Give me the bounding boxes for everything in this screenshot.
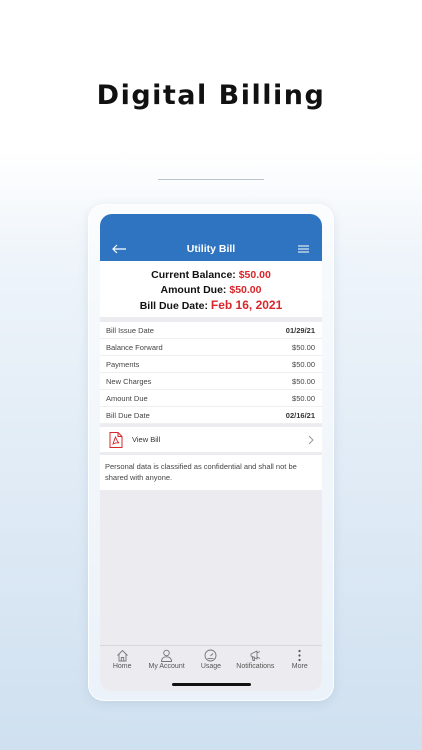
- detail-row-new-charges: New Charges $50.00: [100, 373, 322, 390]
- current-balance-label: Current Balance:: [151, 269, 236, 281]
- current-balance-value: $50.00: [238, 269, 271, 281]
- bill-due-date-value: Feb 16, 2021: [210, 298, 283, 312]
- detail-row-amount-due: Amount Due $50.00: [100, 390, 322, 407]
- megaphone-icon: [250, 650, 261, 661]
- tab-label: My Account: [148, 663, 185, 670]
- tab-more[interactable]: More: [278, 646, 322, 670]
- detail-value: $50.00: [292, 342, 315, 352]
- tab-label: Notifications: [236, 663, 275, 670]
- page-title: Utility Bill: [186, 243, 236, 255]
- detail-value: 02/16/21: [285, 410, 315, 420]
- divider: [158, 179, 264, 180]
- app-header: Utility Bill: [100, 214, 322, 261]
- view-bill-label: View Bill: [132, 435, 161, 444]
- bottom-tab-bar: Home My Account Usage Notifications More: [100, 645, 322, 675]
- amount-due-value: $50.00: [229, 284, 262, 296]
- detail-row-payments: Payments $50.00: [100, 356, 322, 373]
- detail-label: Bill Issue Date: [106, 325, 154, 335]
- headline: Digital Billing: [96, 80, 326, 111]
- view-bill-button[interactable]: View Bill: [100, 427, 322, 452]
- current-balance: Current Balance: $50.00: [100, 268, 322, 283]
- tab-label: More: [291, 663, 308, 670]
- pdf-icon: [109, 431, 123, 448]
- tab-home[interactable]: Home: [100, 646, 144, 670]
- bill-due-date-label: Bill Due Date:: [139, 300, 208, 312]
- user-icon: [161, 649, 173, 662]
- detail-label: New Charges: [106, 376, 152, 386]
- detail-row-balance-forward: Balance Forward $50.00: [100, 339, 322, 356]
- tab-label: Usage: [200, 663, 222, 670]
- amount-due: Amount Due: $50.00: [100, 283, 322, 298]
- tab-my-account[interactable]: My Account: [145, 646, 189, 670]
- detail-value: $50.00: [292, 393, 315, 403]
- balance-summary: Current Balance: $50.00 Amount Due: $50.…: [100, 261, 322, 317]
- detail-label: Payments: [106, 359, 140, 369]
- detail-label: Amount Due: [106, 393, 148, 403]
- bill-due-date: Bill Due Date: Feb 16, 2021: [100, 298, 322, 314]
- more-vertical-icon: [298, 649, 301, 662]
- home-indicator: [172, 683, 251, 686]
- tab-label: Home: [112, 663, 132, 670]
- detail-row-bill-due-date: Bill Due Date 02/16/21: [100, 407, 322, 424]
- tab-usage[interactable]: Usage: [189, 646, 233, 670]
- detail-row-bill-issue-date: Bill Issue Date 01/29/21: [100, 322, 322, 339]
- detail-value: 01/29/21: [285, 325, 315, 335]
- gauge-icon: [205, 649, 217, 662]
- amount-due-label: Amount Due:: [160, 284, 227, 296]
- tab-notifications[interactable]: Notifications: [233, 646, 277, 670]
- detail-label: Bill Due Date: [106, 410, 150, 420]
- bill-details-list: Bill Issue Date 01/29/21 Balance Forward…: [100, 322, 322, 424]
- detail-value: $50.00: [292, 376, 315, 386]
- phone-screen: Utility Bill Current Balance: $50.00 Amo…: [100, 214, 322, 691]
- detail-label: Balance Forward: [106, 342, 163, 352]
- home-icon: [116, 649, 128, 662]
- privacy-note: Personal data is classified as confident…: [100, 455, 322, 490]
- chevron-right-icon: [308, 435, 314, 444]
- detail-value: $50.00: [292, 359, 315, 369]
- hamburger-menu-icon[interactable]: [298, 245, 309, 253]
